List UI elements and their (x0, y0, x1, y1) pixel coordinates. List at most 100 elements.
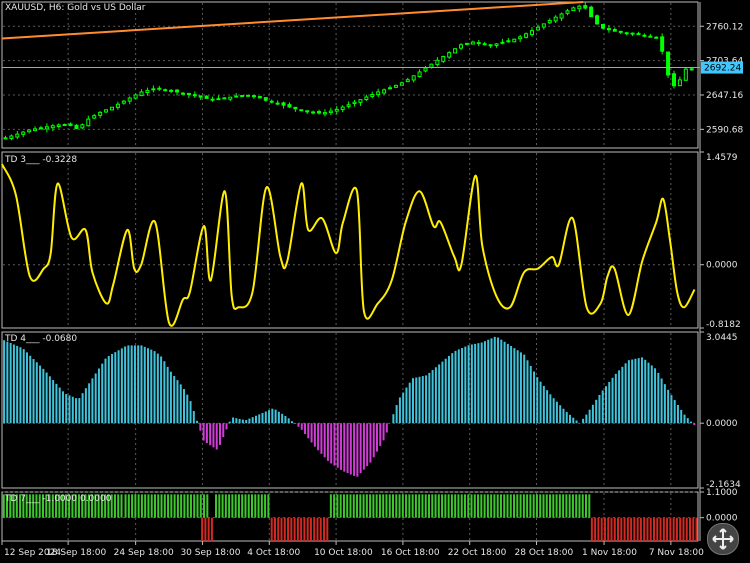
candle-body (417, 71, 422, 77)
candle-body (121, 100, 126, 104)
candle-body (482, 43, 487, 46)
candle-body (583, 5, 588, 9)
candle-body (263, 97, 268, 101)
td4-tick-label: 0.0000 (706, 419, 738, 429)
x-axis-label: 4 Oct 18:00 (247, 548, 300, 558)
candle-body (50, 125, 55, 129)
candle-body (459, 44, 464, 49)
zoom-button[interactable] (707, 523, 739, 555)
candle-body (311, 111, 316, 114)
td3-tick-label: 0.0000 (706, 261, 738, 271)
candle-body (281, 102, 286, 106)
candle-body (175, 89, 180, 93)
candle-body (180, 92, 185, 95)
candle-body (15, 133, 20, 138)
candle-body (565, 10, 570, 14)
candle-body (370, 93, 375, 97)
x-axis-label: 28 Oct 18:00 (515, 548, 574, 558)
candle-body (630, 32, 635, 35)
candle-body (654, 36, 659, 39)
td4-tick-label: 3.0445 (706, 333, 738, 343)
candle-body (275, 102, 280, 105)
candle-body (157, 87, 162, 90)
candle-body (346, 104, 351, 107)
candle-body (595, 15, 600, 25)
candle-body (240, 95, 245, 98)
candle-body (364, 96, 369, 101)
candle-body (98, 111, 103, 116)
candle-body (382, 89, 387, 94)
candle-body (251, 95, 256, 98)
td3-tick-label: 1.4579 (706, 153, 738, 163)
candle-body (447, 52, 452, 58)
candle-body (571, 7, 576, 12)
candle-body (600, 24, 605, 29)
candle-body (317, 111, 322, 114)
candle-body (257, 96, 262, 99)
candle-body (210, 98, 215, 101)
price-tick-label: 2647.16 (706, 91, 743, 101)
main-title: XAUUSD, H6: Gold vs US Dollar (5, 3, 146, 13)
candle-body (559, 13, 564, 19)
candle-body (506, 40, 511, 43)
candle-body (512, 38, 517, 43)
x-axis-label: 24 Sep 18:00 (114, 548, 174, 558)
candle-body (228, 96, 233, 100)
candle-body (677, 79, 682, 87)
candle-body (589, 6, 594, 18)
candle-body (464, 42, 469, 45)
candle-body (612, 28, 617, 32)
candle-body (216, 98, 221, 101)
td7-tick-label: 1.1000 (706, 488, 738, 498)
candle-body (104, 109, 109, 113)
candle-body (352, 101, 357, 105)
candle-body (68, 123, 73, 126)
candle-body (198, 95, 203, 98)
candle-body (624, 32, 629, 35)
candle-body (618, 30, 623, 33)
x-axis-label: 1 Nov 18:00 (582, 548, 637, 558)
x-axis-label: 22 Oct 18:00 (448, 548, 507, 558)
current-price-label: 2692.24 (704, 64, 741, 74)
candle-body (388, 87, 393, 90)
candle-body (518, 36, 523, 40)
candle-body (453, 48, 458, 54)
candle-body (305, 110, 310, 113)
pane-frame-0 (1, 1, 699, 149)
candle-body (429, 63, 434, 68)
candle-body (500, 41, 505, 44)
candle-body (9, 135, 14, 139)
candle-body (192, 94, 197, 97)
candle-body (642, 34, 647, 37)
candle-body (293, 106, 298, 110)
candle-body (689, 68, 694, 71)
candle-body (163, 89, 168, 92)
candle-body (399, 82, 404, 86)
candle-body (3, 137, 8, 140)
x-axis-label: 16 Oct 18:00 (381, 548, 440, 558)
candle-body (127, 97, 132, 102)
candle-body (322, 112, 327, 115)
candle-body (423, 67, 428, 72)
td7-title: TD 7___ -1.0000 0.0000 (5, 494, 112, 504)
candle-body (530, 30, 535, 36)
candle-body (441, 55, 446, 62)
candle-body (405, 79, 410, 83)
candle-body (133, 94, 138, 99)
candle-body (80, 124, 85, 129)
candle-body (169, 89, 174, 92)
candle-body (376, 91, 381, 96)
td3-tick-label: -0.8182 (706, 320, 741, 330)
candle-body (541, 23, 546, 28)
candle-body (21, 131, 26, 135)
candle-body (204, 95, 209, 99)
candle-body (246, 94, 251, 97)
candle-body (27, 129, 32, 133)
candle-body (92, 115, 97, 119)
candle-body (269, 100, 274, 103)
candle-body (683, 68, 688, 81)
candle-body (151, 88, 156, 91)
candle-body (488, 44, 493, 47)
candle-body (606, 28, 611, 31)
candle-body (234, 95, 239, 98)
